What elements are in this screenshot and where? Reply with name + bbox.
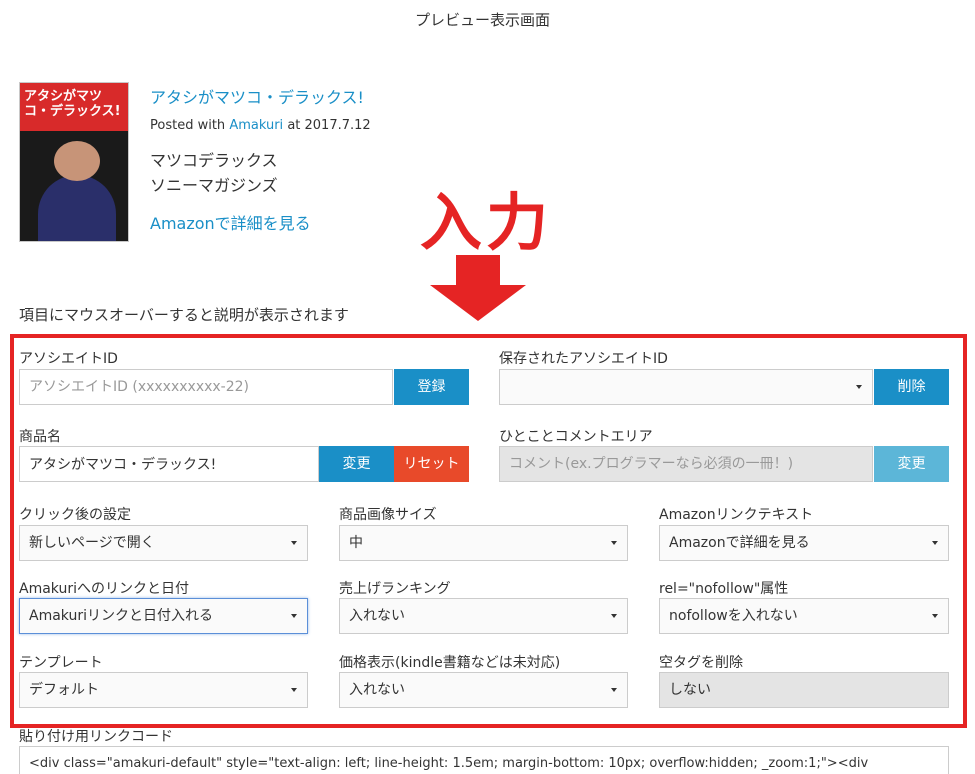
caret-down-icon: [856, 385, 862, 389]
sales-ranking-value: 入れない: [349, 608, 405, 624]
nofollow-value: nofollowを入れない: [669, 608, 798, 624]
template-select[interactable]: デフォルト: [19, 672, 308, 708]
caret-down-icon: [932, 541, 938, 545]
product-name-label: 商品名: [19, 429, 61, 445]
click-setting-label: クリック後の設定: [19, 507, 131, 523]
price-label: 価格表示(kindle書籍などは未対応): [339, 655, 561, 671]
cover-title-text: アタシがマツコ・デラックス!: [24, 89, 121, 119]
annotation-input-text: 入力: [420, 186, 553, 259]
code-label: 貼り付け用リンクコード: [19, 729, 173, 745]
product-name-input[interactable]: [19, 446, 319, 482]
image-size-value: 中: [349, 535, 363, 551]
amakuri-link-select[interactable]: Amakuriリンクと日付入れる: [19, 598, 308, 634]
sales-ranking-label: 売上げランキング: [339, 581, 451, 597]
caret-down-icon: [291, 614, 297, 618]
amazon-detail-link[interactable]: Amazonで詳細を見る: [150, 210, 311, 234]
delete-button[interactable]: 削除: [874, 369, 949, 405]
saved-associate-select[interactable]: [499, 369, 873, 405]
associate-id-input[interactable]: [19, 369, 393, 405]
empty-tags-select[interactable]: しない: [659, 672, 949, 708]
book-publisher: ソニーマガジンズ: [150, 176, 278, 195]
amakuri-link-value: Amakuriリンクと日付入れる: [29, 608, 213, 624]
caret-down-icon: [611, 688, 617, 692]
caret-down-icon: [611, 614, 617, 618]
comment-change-button[interactable]: 変更: [874, 446, 949, 482]
code-textarea[interactable]: <div class="amakuri-default" style="text…: [19, 746, 949, 774]
cover-figure-body: [38, 175, 116, 241]
posted-date: at 2017.7.12: [287, 118, 371, 133]
comment-label: ひとことコメントエリア: [499, 429, 653, 445]
cover-figure-face: [54, 141, 100, 181]
comment-input[interactable]: [499, 446, 873, 482]
caret-down-icon: [291, 541, 297, 545]
click-setting-value: 新しいページで開く: [29, 535, 155, 551]
empty-tags-label: 空タグを削除: [659, 655, 743, 671]
amazon-link-text-label: Amazonリンクテキスト: [659, 507, 814, 523]
reset-button[interactable]: リセット: [394, 446, 469, 482]
amazon-link-text-value: Amazonで詳細を見る: [669, 535, 810, 551]
image-size-select[interactable]: 中: [339, 525, 628, 561]
template-value: デフォルト: [29, 682, 99, 698]
caret-down-icon: [611, 541, 617, 545]
price-select[interactable]: 入れない: [339, 672, 628, 708]
amazon-link-text-select[interactable]: Amazonで詳細を見る: [659, 525, 949, 561]
nofollow-select[interactable]: nofollowを入れない: [659, 598, 949, 634]
book-cover-image[interactable]: アタシがマツコ・デラックス!: [19, 82, 129, 242]
sales-ranking-select[interactable]: 入れない: [339, 598, 628, 634]
empty-tags-value: しない: [669, 682, 711, 698]
amakuri-link-label: Amakuriへのリンクと日付: [19, 581, 189, 597]
caret-down-icon: [932, 614, 938, 618]
amakuri-link[interactable]: Amakuri: [229, 118, 283, 133]
hint-text: 項目にマウスオーバーすると説明が表示されます: [19, 306, 349, 324]
click-setting-select[interactable]: 新しいページで開く: [19, 525, 308, 561]
book-author: マツコデラックス: [150, 151, 278, 170]
nofollow-label: rel="nofollow"属性: [659, 581, 789, 597]
price-value: 入れない: [349, 682, 405, 698]
template-label: テンプレート: [19, 655, 103, 671]
book-title-link[interactable]: アタシがマツコ・デラックス!: [150, 84, 364, 108]
preview-title: プレビュー表示画面: [414, 11, 550, 29]
caret-down-icon: [291, 688, 297, 692]
associate-id-label: アソシエイトID: [19, 351, 118, 367]
product-change-button[interactable]: 変更: [319, 446, 394, 482]
down-arrow-icon: [430, 255, 526, 321]
image-size-label: 商品画像サイズ: [339, 507, 437, 523]
posted-line: Posted with Amakuri at 2017.7.12: [150, 118, 371, 133]
register-button[interactable]: 登録: [394, 369, 469, 405]
saved-associate-label: 保存されたアソシエイトID: [499, 351, 668, 367]
posted-prefix: Posted with: [150, 118, 226, 133]
